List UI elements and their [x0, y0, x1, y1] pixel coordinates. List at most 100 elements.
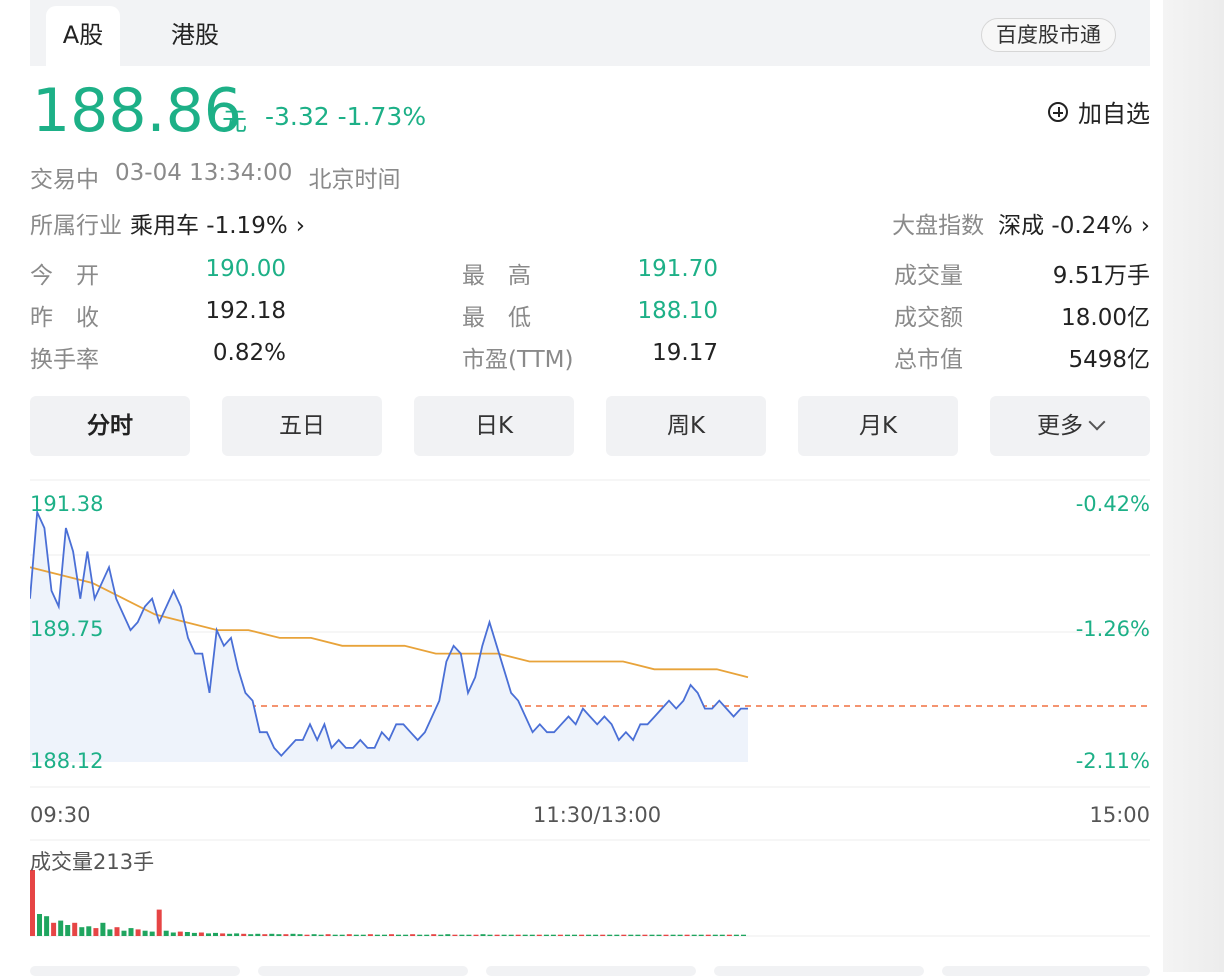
volume-bar	[410, 934, 416, 936]
bottom-tab-stub	[942, 966, 1150, 976]
volume-bar	[177, 931, 183, 936]
volume-bar	[656, 934, 662, 936]
volume-bar	[438, 934, 444, 936]
volume-bar	[248, 934, 254, 936]
period-intraday[interactable]: 分时	[30, 396, 190, 456]
bottom-tab-stub	[486, 966, 696, 976]
volume-bar	[705, 934, 711, 936]
volume-bar	[86, 926, 92, 936]
volume-bar	[480, 934, 486, 936]
time-axis-mid: 11:30/13:00	[533, 803, 662, 827]
volume-bar	[374, 934, 380, 936]
turnover-label: 换手率	[30, 347, 99, 373]
chevron-right-icon: ›	[295, 213, 305, 239]
volume-bar	[184, 932, 190, 936]
volume-bar	[557, 934, 563, 936]
volume-bar	[346, 934, 352, 936]
volume-bar	[198, 932, 204, 936]
volume-bar	[65, 925, 71, 936]
index-value: 深成 -0.24%	[998, 213, 1133, 239]
period-five-day[interactable]: 五日	[222, 396, 382, 456]
amount-label: 成交额	[894, 305, 963, 331]
price-axis-mid: 189.75	[30, 617, 104, 641]
volume-bar	[543, 934, 549, 936]
volume-bar	[93, 928, 99, 936]
volume-bar	[565, 934, 570, 936]
volume-bar	[311, 934, 317, 936]
time-axis-start: 09:30	[30, 803, 91, 827]
volume-bar	[318, 934, 324, 936]
volume-bar	[339, 934, 345, 936]
volume-bar	[30, 870, 35, 936]
volume-bar	[607, 934, 613, 936]
volume-bar	[473, 934, 479, 936]
time-axis-end: 15:00	[1089, 803, 1150, 827]
quote-time: 03-04 13:34:00	[115, 160, 293, 186]
volume-bar	[72, 922, 78, 936]
current-price: 188.86	[32, 76, 242, 146]
volume-bar	[452, 934, 458, 936]
high-label: 最 高	[462, 263, 531, 289]
bottom-tab-stub	[258, 966, 468, 976]
volume-bar	[508, 934, 514, 936]
volume-bar	[529, 934, 535, 936]
volume-bar	[149, 931, 155, 936]
volume-label: 成交量	[894, 263, 963, 289]
volume-bar	[466, 934, 472, 936]
chevron-right-icon: ›	[1140, 213, 1150, 239]
volume-bar	[691, 934, 697, 936]
volume-bar	[135, 929, 141, 936]
volume-bar	[142, 930, 148, 936]
volume-bar	[206, 933, 211, 936]
volume-bar	[628, 934, 634, 936]
turnover-value: 0.82%	[212, 340, 286, 366]
period-monthly-k[interactable]: 月K	[798, 396, 958, 456]
price-change: -3.32 -1.73%	[265, 102, 427, 131]
period-daily-k[interactable]: 日K	[414, 396, 574, 456]
volume-bar	[614, 934, 620, 936]
tab-hk-share[interactable]: 港股	[150, 6, 240, 66]
intraday-chart	[30, 479, 1150, 937]
volume-bar	[114, 927, 120, 936]
volume-bar	[726, 934, 732, 936]
prev-close-value: 192.18	[205, 298, 286, 324]
volume-bar	[255, 933, 261, 936]
volume-bar	[536, 934, 542, 936]
price-axis-high: 191.38	[30, 492, 104, 516]
volume-bar	[156, 909, 162, 936]
stock-quote-card: A股 港股 百度股市通 188.86 元 -3.32 -1.73% 加自选 交易…	[30, 0, 1150, 976]
price-axis-low: 188.12	[30, 749, 104, 773]
volume-bar	[424, 934, 430, 936]
volume-bar	[733, 934, 739, 936]
add-to-watchlist-button[interactable]: 加自选	[1048, 94, 1150, 129]
volume-bar	[389, 934, 394, 936]
volume-bar	[100, 922, 106, 936]
volume-bar	[550, 934, 556, 936]
prev-close-label: 昨 收	[30, 305, 99, 331]
industry-link[interactable]: 所属行业 乘用车 -1.19% ›	[30, 206, 305, 240]
open-value: 190.00	[205, 256, 286, 282]
volume-bar	[220, 933, 226, 936]
volume-bar	[227, 933, 233, 936]
volume-bar	[290, 933, 296, 936]
volume-bar	[670, 934, 676, 936]
period-weekly-k[interactable]: 周K	[606, 396, 766, 456]
volume-bar	[191, 932, 197, 936]
baidu-stock-app-button[interactable]: 百度股市通	[981, 18, 1116, 52]
volume-bar	[593, 934, 599, 936]
volume-bar	[600, 934, 606, 936]
period-more[interactable]: 更多	[990, 396, 1150, 456]
market-tab-bar: A股 港股 百度股市通	[30, 0, 1150, 66]
industry-label: 所属行业	[30, 213, 122, 239]
volume-label: 成交量213手	[30, 850, 155, 874]
volume-bar	[367, 934, 373, 936]
volume-bar	[635, 934, 641, 936]
tab-a-share[interactable]: A股	[46, 6, 120, 66]
market-index-link[interactable]: 大盘指数 深成 -0.24% ›	[892, 206, 1150, 240]
volume-bar	[621, 934, 627, 936]
volume-bar	[170, 932, 176, 936]
volume-bar	[360, 934, 366, 936]
pct-axis-mid: -1.26%	[1075, 617, 1150, 641]
volume-bar	[332, 934, 338, 936]
volume-bar	[241, 933, 247, 936]
